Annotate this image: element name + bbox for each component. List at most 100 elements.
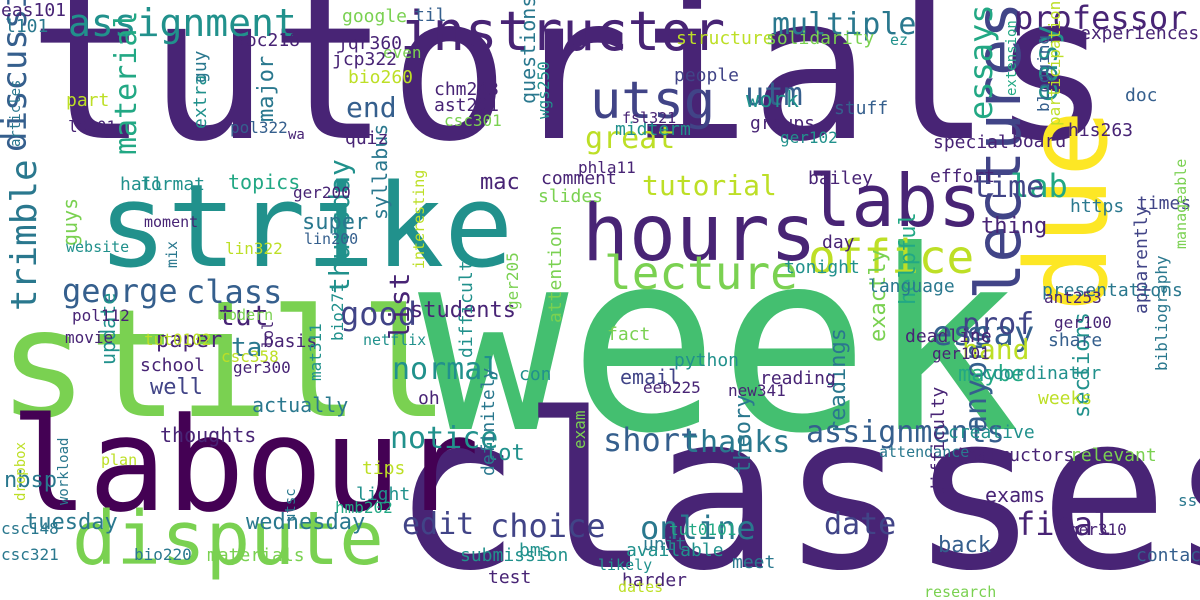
word-ant253: ant253 <box>1044 288 1102 307</box>
word-thing: thing <box>981 214 1048 239</box>
word-quiz: quiz <box>345 128 389 149</box>
word-tut0102: tut0102 <box>144 330 212 349</box>
word-tut0101: tut0101 <box>669 520 737 539</box>
word-exam: exam <box>570 410 589 449</box>
word-day: day <box>822 232 855 253</box>
word-trimble: trimble <box>4 159 45 311</box>
word-google: google <box>342 6 408 27</box>
word-ger205: ger205 <box>503 252 522 310</box>
word-effort: effort <box>930 166 996 187</box>
word-cloud: tutorialsweekclassesstrikestilllabourdue… <box>0 0 1200 600</box>
word-mix: mix <box>163 240 181 268</box>
word-netflix: netflix <box>363 331 427 349</box>
word-thoughts: thoughts <box>160 423 257 447</box>
word-contact: contact <box>1136 545 1200 566</box>
word-board: board <box>1012 131 1067 152</box>
word-language: language <box>868 276 955 297</box>
word-mac: mac <box>480 170 520 195</box>
word-ger300: ger300 <box>233 358 291 377</box>
word-work: work <box>746 88 799 113</box>
word-fsl321: fsl321 <box>622 109 677 127</box>
word-nbsp: nbsp <box>4 468 57 493</box>
word-l101: l101 <box>5 16 49 37</box>
word-edit: edit <box>402 507 475 542</box>
word-date: date <box>824 507 897 542</box>
word-hmb202: hmb202 <box>335 498 393 517</box>
word-manageable: manageable <box>1172 158 1190 249</box>
word-theory: theory <box>731 394 756 474</box>
word-bio220: bio220 <box>134 545 192 564</box>
word-oh: oh <box>418 388 440 409</box>
word-utsc: utsc <box>283 488 299 522</box>
word-creative: creative <box>948 422 1035 443</box>
word-materials: materials <box>207 545 305 566</box>
word-slides: slides <box>538 186 604 207</box>
word-ger310: ger310 <box>1069 520 1127 539</box>
word-actually: actually <box>252 393 349 417</box>
word-meet: meet <box>732 552 776 573</box>
word-difficult: difficult <box>456 260 477 358</box>
word-doc: doc <box>1125 85 1158 106</box>
word-l0401: l0401 <box>68 117 117 136</box>
word-tutorial: tutorial <box>642 169 777 202</box>
word-solidarity: solidarity <box>766 28 875 49</box>
word-ger100: ger100 <box>1054 313 1112 332</box>
word-tonight: tonight <box>784 257 860 278</box>
word-apparently: apparently <box>1131 205 1152 314</box>
word-experiences: experiences <box>1080 23 1200 44</box>
word-csc321: csc321 <box>1 545 59 564</box>
word-python: python <box>674 350 740 371</box>
word-structure: structure <box>676 28 774 49</box>
word-ss: ss <box>1178 491 1198 510</box>
word-attention: attention <box>545 225 566 323</box>
word-his263: his263 <box>1068 120 1134 141</box>
word-soc218: soc218 <box>235 30 301 51</box>
word-bio271: bio271 <box>328 283 347 341</box>
word-bailey: bailey <box>808 168 874 189</box>
word-ger101: ger101 <box>932 344 990 363</box>
word-mat311: mat311 <box>306 323 325 381</box>
word-lin200: lin200 <box>304 230 359 248</box>
word-lol: lol <box>259 320 277 348</box>
word-pol322: pol322 <box>230 118 288 137</box>
word-workload: workload <box>56 437 72 505</box>
word-research: research <box>924 583 997 600</box>
word-tips: tips <box>362 458 406 479</box>
word-coordinator: coordinator <box>982 363 1102 384</box>
word-https: https <box>1070 196 1125 217</box>
word-bio260: bio260 <box>348 67 414 88</box>
word-participation: participation <box>1045 0 1064 126</box>
word-well: well <box>150 375 203 400</box>
word-people: people <box>674 65 740 86</box>
word-wgs250: wgs250 <box>534 61 553 119</box>
word-ger200: ger200 <box>293 183 351 202</box>
word-guy: guy <box>190 50 211 83</box>
word-material: material <box>109 10 144 156</box>
word-back: back <box>938 533 991 558</box>
word-hall: hall <box>120 174 164 195</box>
word-choice: choice <box>490 507 606 545</box>
word-part: part <box>66 90 110 111</box>
word-movie: movie <box>65 328 114 347</box>
word-bms: bms <box>519 540 552 561</box>
word-csc148: csc148 <box>1 519 59 538</box>
word-share: share <box>1048 330 1103 351</box>
word-ger102: ger102 <box>780 128 838 147</box>
word-school: school <box>140 355 206 376</box>
word-definitely: definitely <box>478 367 499 476</box>
word-submission: submission <box>460 545 569 566</box>
word-con: con <box>519 364 552 385</box>
word-essays: essays <box>962 4 1000 120</box>
word-end: end <box>346 91 397 124</box>
word-likely: likely <box>598 556 653 574</box>
word-difficulty: difficulty <box>928 386 949 495</box>
word-attendance: attendance <box>879 443 970 461</box>
word-lecture: lecture <box>604 246 798 300</box>
word-dropbox: dropbox <box>13 441 29 501</box>
word-relevant: relevant <box>1070 445 1157 466</box>
word-instructors: instructors <box>955 445 1075 466</box>
word-test: test <box>488 567 532 588</box>
word-new341: new341 <box>728 381 786 400</box>
word-moment: moment <box>144 213 199 231</box>
word-articles: articles <box>8 79 24 147</box>
